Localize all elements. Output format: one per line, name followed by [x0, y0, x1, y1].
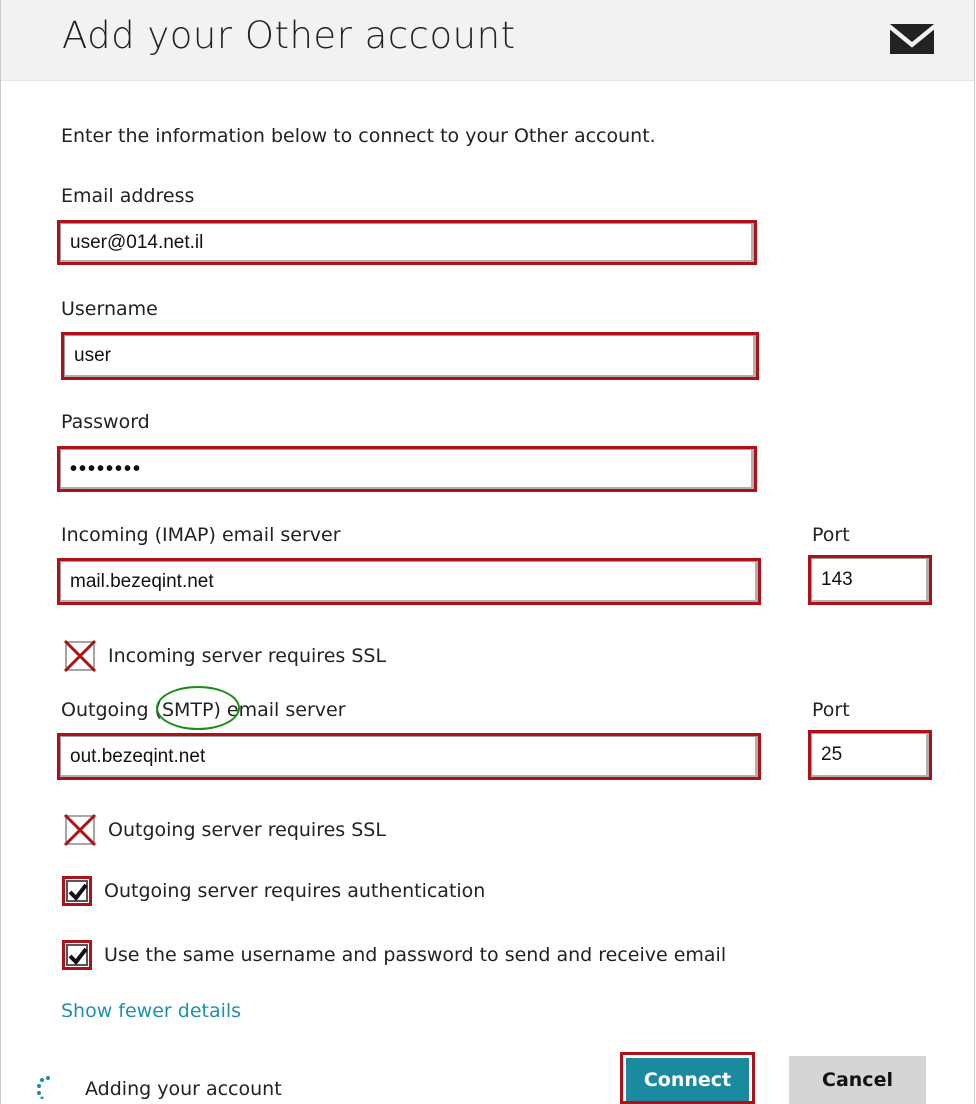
- outgoing-port-field[interactable]: 25: [808, 730, 932, 780]
- page-title: Add your Other account: [62, 14, 516, 57]
- password-field-border: [60, 449, 754, 489]
- show-fewer-details-link[interactable]: Show fewer details: [61, 1000, 241, 1022]
- outgoing-server-field[interactable]: out.bezeqint.net: [57, 733, 761, 780]
- dialog-frame: [0, 0, 975, 1104]
- cancel-button[interactable]: Cancel: [789, 1056, 926, 1104]
- unchecked-x-icon: [63, 813, 97, 847]
- loading-spinner-icon: [37, 1076, 50, 1099]
- mail-icon: [889, 24, 935, 54]
- checkmark-icon: [68, 947, 88, 966]
- outgoing-auth-label: Outgoing server requires authentication: [104, 880, 486, 902]
- incoming-ssl-option[interactable]: Incoming server requires SSL: [62, 638, 386, 674]
- intro-text: Enter the information below to connect t…: [61, 125, 656, 147]
- outgoing-ssl-option[interactable]: Outgoing server requires SSL: [62, 812, 386, 848]
- smtp-annotation-circle: [156, 686, 240, 730]
- connect-button[interactable]: Connect: [626, 1058, 749, 1101]
- same-credentials-checkbox[interactable]: [62, 940, 92, 970]
- same-credentials-label: Use the same username and password to se…: [104, 944, 727, 966]
- username-value: user: [74, 345, 111, 366]
- email-value: user@014.net.il: [70, 231, 204, 253]
- incoming-server-label: Incoming (IMAP) email server: [61, 524, 341, 546]
- incoming-server-field[interactable]: mail.bezeqint.net: [57, 558, 761, 605]
- outgoing-ssl-label: Outgoing server requires SSL: [108, 819, 386, 841]
- outgoing-port-label: Port: [812, 699, 850, 721]
- outgoing-auth-option[interactable]: Outgoing server requires authentication: [62, 876, 485, 906]
- username-label: Username: [61, 298, 158, 320]
- incoming-port-value: 143: [821, 569, 853, 590]
- email-label: Email address: [61, 185, 195, 207]
- dialog-header: Add your Other account: [1, 0, 974, 81]
- connect-button-highlight: Connect: [620, 1052, 755, 1104]
- incoming-port-field[interactable]: 143: [808, 555, 932, 605]
- incoming-port-label: Port: [812, 524, 850, 546]
- outgoing-server-value: out.bezeqint.net: [70, 745, 206, 767]
- username-field[interactable]: user: [61, 332, 759, 380]
- unchecked-x-icon: [63, 639, 97, 673]
- outgoing-auth-checkbox[interactable]: [62, 876, 92, 906]
- checkmark-icon: [68, 883, 88, 902]
- username-field-border: [64, 335, 756, 377]
- password-field[interactable]: ••••••••: [57, 446, 757, 492]
- incoming-ssl-label: Incoming server requires SSL: [108, 645, 387, 667]
- same-credentials-option[interactable]: Use the same username and password to se…: [62, 940, 726, 970]
- email-field[interactable]: user@014.net.il: [57, 220, 757, 265]
- outgoing-port-value: 25: [821, 744, 843, 765]
- incoming-server-value: mail.bezeqint.net: [70, 570, 214, 592]
- password-label: Password: [61, 411, 150, 433]
- password-value: ••••••••: [70, 457, 143, 480]
- status-text: Adding your account: [85, 1078, 282, 1100]
